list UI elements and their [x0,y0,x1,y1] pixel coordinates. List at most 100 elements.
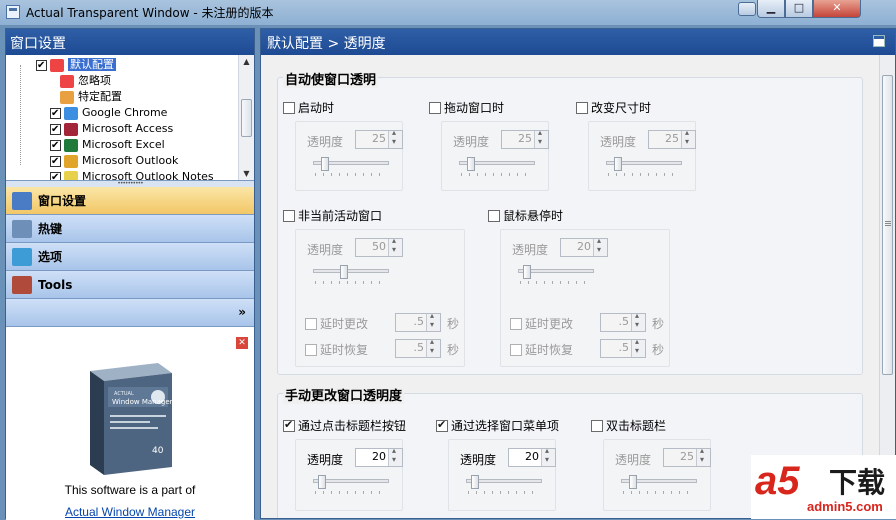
scroll-down-icon[interactable]: ▼ [239,167,254,180]
opacity-spinner[interactable]: 50 [355,236,403,257]
checkbox-box[interactable] [283,102,295,114]
spinner-arrows-icon[interactable] [426,337,440,357]
checkbox-box[interactable] [429,102,441,114]
option-checkbox[interactable]: 非当前活动窗口 [283,207,382,224]
slider-ticks [520,281,592,284]
slider-thumb[interactable] [523,265,531,279]
tree-item[interactable]: 忽略项 [46,73,111,89]
close-icon[interactable]: ✕ [236,337,248,349]
spinner-arrows-icon[interactable] [681,128,695,148]
spinner-arrows-icon[interactable] [593,236,607,256]
spinner-arrows-icon[interactable] [541,446,555,466]
delay-spinner[interactable]: .5 [600,337,646,358]
nav-more-button[interactable]: » [6,299,254,327]
tree-item-checkbox[interactable] [36,58,47,74]
opacity-slider[interactable] [313,265,389,284]
checkbox-box[interactable] [510,318,522,330]
opacity-spinner[interactable]: 20 [560,236,608,257]
delay-spinner[interactable]: .5 [395,337,441,358]
nav-keyboard[interactable]: 热键 [6,215,254,243]
option-checkbox[interactable]: 拖动窗口时 [429,99,504,116]
opacity-spinner[interactable]: 25 [648,128,696,149]
minimize-button[interactable]: ▁ [757,0,785,18]
config-tree[interactable]: 默认配置忽略项特定配置 Google Chrome Microsoft Access… [6,55,254,181]
checkbox-box[interactable] [283,210,295,222]
tree-item-checkbox[interactable] [50,106,61,122]
close-button[interactable]: ✕ [813,0,861,18]
opacity-slider[interactable] [459,157,535,176]
checkbox-box[interactable] [305,318,317,330]
spinner-arrows-icon[interactable] [696,446,710,466]
tree-item[interactable]: Microsoft Outlook Notes [50,169,214,180]
window-title-bar[interactable]: Actual Transparent Window - 未注册的版本 ▁ □ ✕ [0,0,896,26]
option-checkbox[interactable]: 双击标题栏 [591,417,666,434]
checkbox-box[interactable] [576,102,588,114]
delay-spinner[interactable]: .5 [395,311,441,332]
opacity-slider[interactable] [621,475,697,494]
tree-item-checkbox[interactable] [50,122,61,138]
slider-thumb[interactable] [471,475,479,489]
tree-item[interactable]: Google Chrome [50,105,167,122]
option-checkbox[interactable]: 启动时 [283,99,334,116]
nav-window-settings[interactable]: 窗口设置 [6,187,254,215]
checkbox-box[interactable] [436,418,448,432]
opacity-slider[interactable] [313,475,389,494]
tree-item-checkbox[interactable] [50,154,61,170]
spinner-arrows-icon[interactable] [388,446,402,466]
option-label: 通过选择窗口菜单项 [451,419,560,433]
tree-item-checkbox[interactable] [50,138,61,154]
tree-scrollbar[interactable]: ▲ ▼ [238,55,254,180]
slider-thumb[interactable] [614,157,622,171]
checkbox-box[interactable] [488,210,500,222]
spinner-arrows-icon[interactable] [388,236,402,256]
option-checkbox[interactable]: 改变尺寸时 [576,99,651,116]
window-menu-button[interactable] [738,2,756,16]
checkbox-box[interactable] [305,344,317,356]
opacity-slider[interactable] [518,265,594,284]
checkbox-box[interactable] [591,420,603,432]
delay-checkbox[interactable]: 延时恢复 [305,341,368,358]
opacity-spinner[interactable]: 25 [355,128,403,149]
nav-tools[interactable]: Tools [6,271,254,299]
opacity-spinner[interactable]: 25 [663,446,711,467]
opacity-slider[interactable] [466,475,542,494]
slider-thumb[interactable] [318,475,326,489]
spinner-arrows-icon[interactable] [631,337,645,357]
tree-item[interactable]: Microsoft Outlook [50,153,178,170]
option-checkbox[interactable]: 通过点击标题栏按钮 [283,417,406,434]
slider-thumb[interactable] [340,265,348,279]
checkbox-box[interactable] [510,344,522,356]
checkbox-box[interactable] [283,418,295,432]
opacity-slider[interactable] [606,157,682,176]
opacity-spinner[interactable]: 25 [501,128,549,149]
opacity-spinner[interactable]: 20 [508,446,556,467]
tree-item[interactable]: Microsoft Access [50,121,173,138]
tree-item[interactable]: 特定配置 [46,89,122,105]
slider-thumb[interactable] [467,157,475,171]
spinner-arrows-icon[interactable] [388,128,402,148]
restore-panel-icon[interactable] [873,35,885,47]
scroll-thumb[interactable] [882,75,893,375]
nav-options[interactable]: 选项 [6,243,254,271]
slider-thumb[interactable] [629,475,637,489]
promo-link[interactable]: Actual Window Manager [6,505,254,519]
option-checkbox[interactable]: 鼠标悬停时 [488,207,563,224]
opacity-slider[interactable] [313,157,389,176]
vertical-scrollbar[interactable] [879,55,895,518]
option-checkbox[interactable]: 通过选择窗口菜单项 [436,417,559,434]
spinner-arrows-icon[interactable] [426,311,440,331]
delay-checkbox[interactable]: 延时更改 [305,315,368,332]
slider-thumb[interactable] [321,157,329,171]
tree-item-checkbox[interactable] [50,170,61,180]
spinner-arrows-icon[interactable] [534,128,548,148]
spinner-arrows-icon[interactable] [631,311,645,331]
tree-scroll-thumb[interactable] [241,99,252,137]
tree-item[interactable]: Microsoft Excel [50,137,165,154]
delay-checkbox[interactable]: 延时更改 [510,315,573,332]
scroll-up-icon[interactable]: ▲ [239,55,254,69]
maximize-button[interactable]: □ [785,0,813,18]
delay-checkbox[interactable]: 延时恢复 [510,341,573,358]
tree-item[interactable]: 默认配置 [36,57,116,74]
delay-spinner[interactable]: .5 [600,311,646,332]
opacity-spinner[interactable]: 20 [355,446,403,467]
